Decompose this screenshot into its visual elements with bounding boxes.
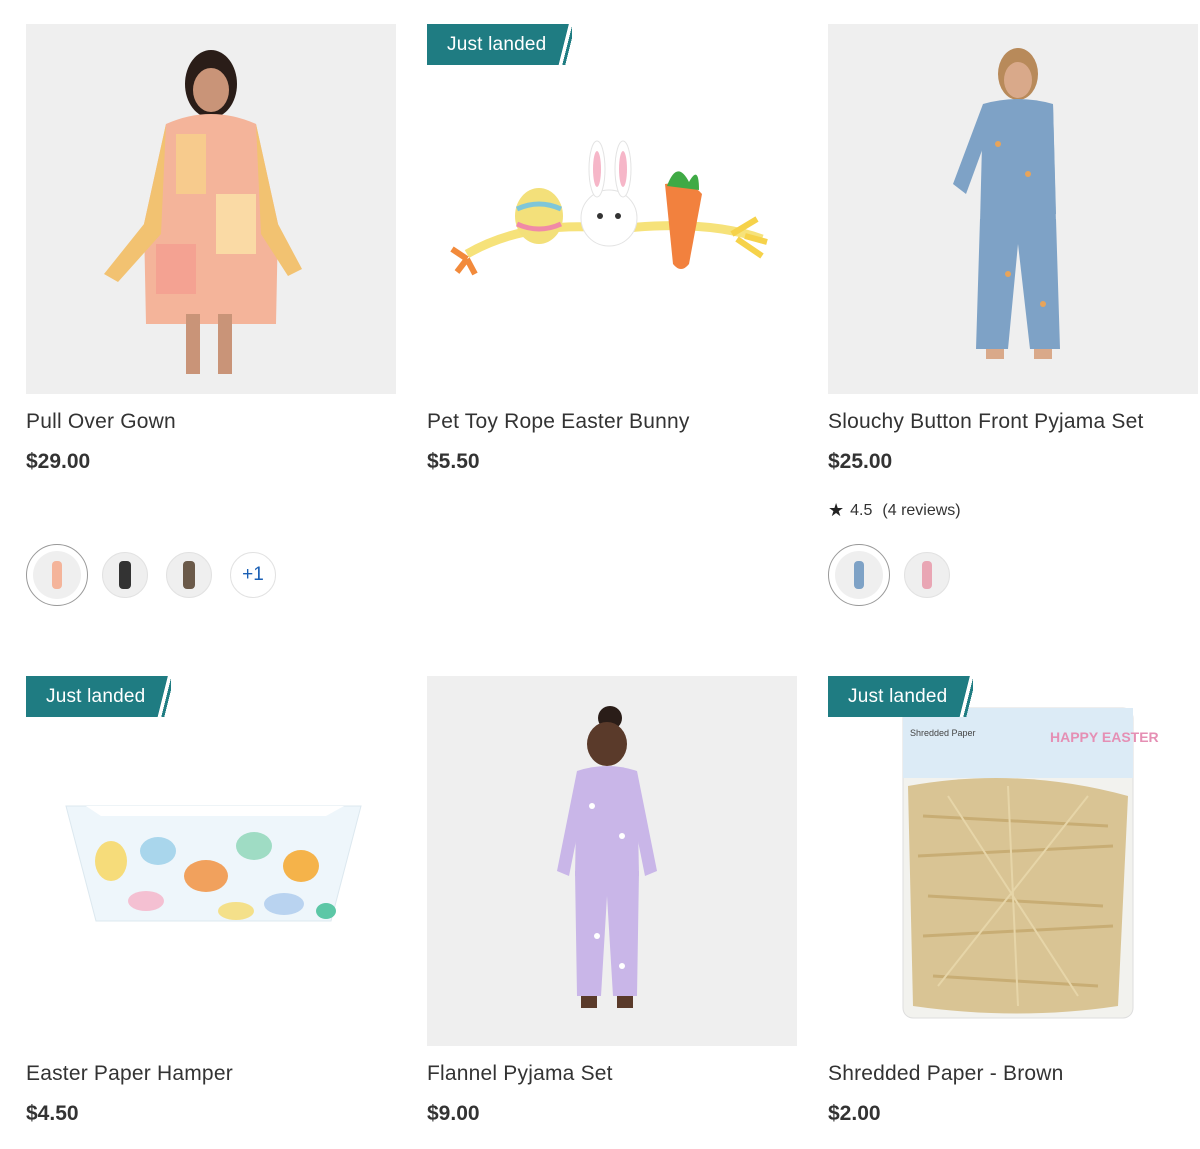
- product-card[interactable]: Slouchy Button Front Pyjama Set $25.00 ★…: [828, 24, 1198, 606]
- product-card[interactable]: Just landed Easter Paper Hamper $4.50: [26, 676, 396, 1126]
- swatch-blue[interactable]: [828, 544, 890, 606]
- product-price: $2.00: [828, 1102, 881, 1125]
- product-name[interactable]: Easter Paper Hamper: [26, 1062, 396, 1086]
- pack-brand: HAPPY EASTER: [1050, 729, 1159, 745]
- badge-slant: [959, 676, 974, 717]
- hamper-icon: [65, 805, 362, 922]
- product-image[interactable]: Just landed: [26, 676, 396, 1046]
- star-icon: ★: [828, 500, 845, 520]
- product-card[interactable]: Pull Over Gown $29.00 +1: [26, 24, 396, 606]
- gown-figure-icon: [104, 50, 302, 374]
- badge-slant: [558, 24, 573, 65]
- product-rating[interactable]: ★ 4.5 (4 reviews): [828, 500, 1198, 521]
- swatch-black[interactable]: [102, 552, 148, 598]
- product-name[interactable]: Shredded Paper - Brown: [828, 1062, 1198, 1086]
- product-image[interactable]: [828, 24, 1198, 394]
- product-name[interactable]: Pet Toy Rope Easter Bunny: [427, 410, 797, 434]
- product-price: $4.50: [26, 1102, 79, 1125]
- product-price: $25.00: [828, 450, 893, 473]
- child-pyjama-icon: [557, 706, 657, 1008]
- rating-value: 4.5: [850, 501, 873, 519]
- swatch-pink[interactable]: [26, 544, 88, 606]
- review-count[interactable]: (4 reviews): [882, 502, 960, 520]
- pyjama-figure-icon: [953, 48, 1060, 359]
- product-image[interactable]: Just landed: [427, 24, 797, 394]
- product-price: $9.00: [427, 1102, 480, 1125]
- color-swatches: [828, 544, 950, 606]
- color-swatches: +1: [26, 544, 276, 606]
- product-image[interactable]: [427, 676, 797, 1046]
- badge-label: Just landed: [828, 676, 960, 717]
- badge-label: Just landed: [26, 676, 158, 717]
- rope-toy-icon: [450, 140, 768, 276]
- product-price: $29.00: [26, 450, 91, 473]
- product-image[interactable]: [26, 24, 396, 394]
- product-card[interactable]: Flannel Pyjama Set $9.00: [427, 676, 797, 1126]
- just-landed-badge: Just landed: [427, 24, 573, 65]
- product-name[interactable]: Flannel Pyjama Set: [427, 1062, 797, 1086]
- more-swatches-button[interactable]: +1: [230, 552, 276, 598]
- badge-label: Just landed: [427, 24, 559, 65]
- product-card[interactable]: Just landed Shredded Paper HAPPY EASTER …: [828, 676, 1198, 1126]
- product-name[interactable]: Slouchy Button Front Pyjama Set: [828, 410, 1198, 434]
- shredded-paper-bag-icon: Shredded Paper HAPPY EASTER: [902, 707, 1159, 1019]
- just-landed-badge: Just landed: [828, 676, 974, 717]
- product-image[interactable]: Just landed Shredded Paper HAPPY EASTER: [828, 676, 1198, 1046]
- product-name[interactable]: Pull Over Gown: [26, 410, 396, 434]
- swatch-pink[interactable]: [904, 552, 950, 598]
- product-card[interactable]: Just landed Pet Toy Rope Easter Bunny $5…: [427, 24, 797, 474]
- badge-slant: [157, 676, 172, 717]
- product-price: $5.50: [427, 450, 480, 473]
- swatch-brown[interactable]: [166, 552, 212, 598]
- just-landed-badge: Just landed: [26, 676, 172, 717]
- pack-label: Shredded Paper: [910, 728, 976, 738]
